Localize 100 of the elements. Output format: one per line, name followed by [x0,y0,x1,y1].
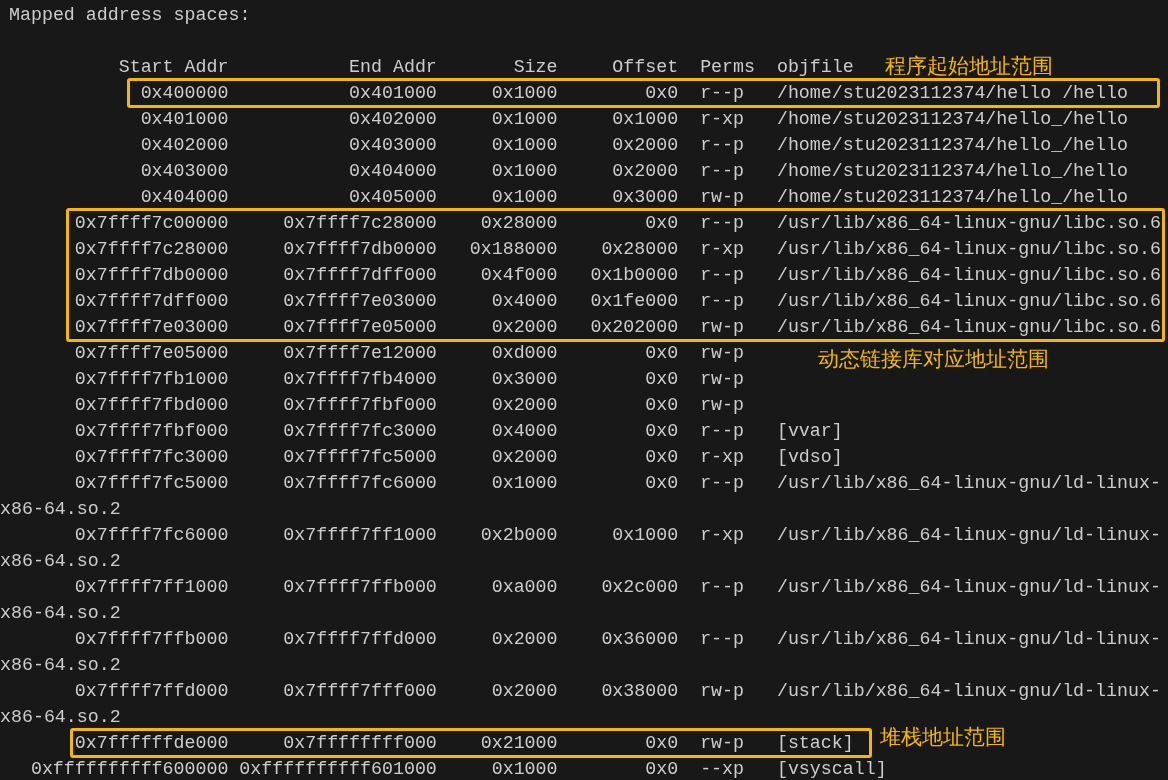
annotation-label: 程序起始地址范围 [885,53,1053,79]
table-cell-text: 0x1000 [490,186,558,209]
table-cell-text: 0x1000 [490,134,558,157]
table-cell-text: 0x7ffff7ff1000 [73,576,229,599]
table-cell-text: 0x404000 [348,160,437,183]
table-cell-text: /usr/lib/x86_64-linux-gnu/libc.so.6 [776,238,1161,261]
table-cell-text: r--p [700,472,745,495]
table-cell-text: 0xffffffffff601000 [238,758,437,780]
table-cell-text: 0x36000 [600,628,679,651]
table-cell-text: rw-p [700,316,745,339]
table-cell-text: /home/stu2023112374/hello_/hello [776,134,1128,157]
table-cell-text: 0x1000 [490,108,558,131]
table-cell-text: 0x7ffff7fc6000 [73,524,229,547]
column-header: Perms [700,56,756,79]
table-cell-text: 0x2000 [490,628,558,651]
table-cell-text: 0x401000 [139,108,229,131]
table-cell-text: 0x2000 [611,134,679,157]
table-cell-text: r--p [700,134,745,157]
table-cell-text: /home/stu2023112374/hello_/hello [776,160,1128,183]
table-cell-text: r--p [700,576,745,599]
table-cell-text: 0xd000 [490,342,558,365]
table-cell-text: 0x0 [644,446,679,469]
table-cell-text: 0x0 [644,394,679,417]
column-header: Offset [611,56,679,79]
table-cell-text: 0xffffffffff600000 [29,758,229,780]
table-cell-text: 0x1fe000 [589,290,679,313]
table-cell-text: 0x7ffff7ff1000 [282,524,437,547]
table-cell-text: 0x1000 [611,524,679,547]
table-cell-text: [vsyscall] [776,758,887,780]
annotation-label: 动态链接库对应地址范围 [818,346,1049,372]
table-cell-text: r-xp [700,524,745,547]
table-cell-text: 0x7ffff7e12000 [282,342,437,365]
table-cell-text: 0x401000 [348,82,437,105]
table-cell-text: 0x3000 [611,186,679,209]
table-cell-text: r--p [700,290,745,313]
table-cell-text: /usr/lib/x86_64-linux-gnu/ld-linux- [776,576,1161,599]
table-cell-text: 0x4000 [490,290,558,313]
table-cell: x86-64.so.2 [0,707,121,727]
table-cell-text: 0x28000 [479,212,558,235]
table-cell-text: 0x0 [644,420,679,443]
table-cell-text: 0x7ffff7db0000 [282,238,437,261]
table-cell-text: [stack] [776,732,854,755]
table-cell-text: [vdso] [776,446,843,469]
table-cell-text: [vvar] [776,420,843,443]
table-cell-text: 0x188000 [468,238,558,261]
terminal-heading: Mapped address spaces: [9,5,251,25]
table-cell-text: rw-p [700,394,745,417]
table-cell-text: /usr/lib/x86_64-linux-gnu/ld-linux- [776,680,1161,703]
table-cell-text: 0x7ffff7e03000 [73,316,229,339]
table-cell-text: 0x7ffff7dff000 [73,290,229,313]
table-cell-text: 0x7ffff7fbf000 [73,420,229,443]
table-cell-text: 0x0 [644,212,679,235]
table-cell-text: 0x1000 [490,758,558,780]
table-cell-text: 0x7ffffffde000 [73,732,229,755]
table-cell-text: 0x2000 [490,680,558,703]
table-cell-text: 0x4000 [490,420,558,443]
column-header: objfile [776,56,854,79]
table-cell-text: r--p [700,420,745,443]
table-cell-text: rw-p [700,680,745,703]
table-cell-text: /home/stu2023112374/hello_/hello [776,186,1128,209]
table-cell-text: 0x1b0000 [589,264,679,287]
table-cell-text: 0x2000 [490,316,558,339]
table-cell-text: r--p [700,264,745,287]
table-cell-text: 0x0 [644,732,679,755]
table-cell-text: 0x7ffff7dff000 [282,264,437,287]
table-cell-text: 0x1000 [490,82,558,105]
table-cell-text: r--p [700,628,745,651]
table-cell-text: /usr/lib/x86_64-linux-gnu/ld-linux- [776,628,1161,651]
table-cell-text: 0x7ffff7fff000 [282,680,437,703]
table-cell-text: 0x4f000 [479,264,558,287]
table-cell-text: 0x7ffff7fbf000 [282,394,437,417]
table-cell-text: 0x0 [644,368,679,391]
table-cell-text: 0x0 [644,758,679,780]
table-cell-text: 0x7ffff7fc5000 [282,446,437,469]
table-cell-text: 0x0 [644,342,679,365]
table-cell-text: /home/stu2023112374/hello_/hello [776,108,1128,131]
table-cell-text: r-xp [700,238,745,261]
table-cell-text: /home/stu2023112374/hello /hello [776,82,1128,105]
table-cell-text: 0x7ffff7ffd000 [73,680,229,703]
table-cell-text: 0x7ffff7c28000 [73,238,229,261]
table-cell-text: /usr/lib/x86_64-linux-gnu/ld-linux- [776,472,1161,495]
table-cell-text: 0x1000 [611,108,679,131]
table-cell-text: 0x1000 [490,472,558,495]
table-cell-text: 0x2000 [490,446,558,469]
table-cell-text: 0x202000 [589,316,679,339]
table-cell-text: 0x28000 [600,238,679,261]
table-cell-text: /usr/lib/x86_64-linux-gnu/libc.so.6 [776,264,1161,287]
table-cell-text: 0x21000 [479,732,558,755]
table-cell-text: 0x7ffffffff000 [282,732,437,755]
table-cell-text: 0x7ffff7e05000 [73,342,229,365]
table-cell-text: 0x7ffff7e05000 [282,316,437,339]
table-cell-text: rw-p [700,368,745,391]
table-cell-text: --xp [700,758,745,780]
table-cell-text: 0x0 [644,472,679,495]
table-cell-text: 0x405000 [348,186,437,209]
table-cell-text: 0x403000 [139,160,229,183]
column-header: Start Addr [117,56,229,79]
table-cell-text: r--p [700,160,745,183]
table-cell-text: 0x1000 [490,160,558,183]
table-cell-text: 0x7ffff7ffb000 [73,628,229,651]
